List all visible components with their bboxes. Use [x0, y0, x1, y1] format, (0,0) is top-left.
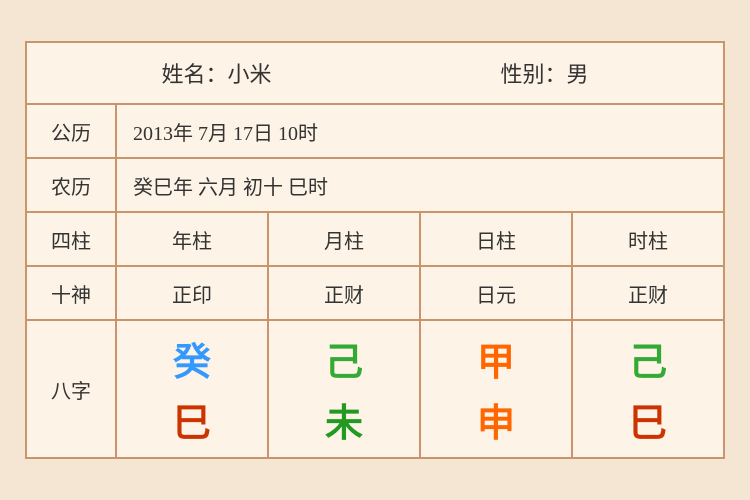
pillar-day: 日柱	[421, 213, 573, 265]
pillar-hour: 时柱	[573, 213, 723, 265]
bazhi-col-1: 己 未	[269, 321, 421, 457]
lunar-label: 农历	[27, 159, 117, 211]
pillar-month: 月柱	[269, 213, 421, 265]
bazhi-top-1: 己	[325, 331, 363, 386]
bazhi-label: 八字	[27, 321, 117, 457]
bazhi-top-0: 癸	[173, 331, 211, 386]
shishen-hour: 正财	[573, 267, 723, 319]
pillars-cells: 年柱 月柱 日柱 时柱	[117, 213, 723, 265]
solar-row: 公历 2013年 7月 17日 10时	[27, 105, 723, 159]
bazhi-top-2: 甲	[477, 331, 515, 386]
pillars-label: 四柱	[27, 213, 117, 265]
solar-content: 2013年 7月 17日 10时	[117, 105, 723, 157]
bazhi-top-3: 己	[629, 331, 667, 386]
pillars-row: 四柱 年柱 月柱 日柱 时柱	[27, 213, 723, 267]
shishen-day: 日元	[421, 267, 573, 319]
bazhi-row: 八字 癸 巳 己 未 甲 申 己 巳	[27, 321, 723, 457]
bazhi-bottom-0: 巳	[173, 392, 211, 447]
lunar-row: 农历 癸巳年 六月 初十 巳时	[27, 159, 723, 213]
bazhi-bottom-2: 申	[477, 392, 515, 447]
lunar-content: 癸巳年 六月 初十 巳时	[117, 159, 723, 211]
gender-label: 性别：男	[500, 57, 588, 89]
bazhi-col-2: 甲 申	[421, 321, 573, 457]
pillar-year: 年柱	[117, 213, 269, 265]
shishen-cells: 正印 正财 日元 正财	[117, 267, 723, 319]
name-label: 姓名：小米	[161, 57, 271, 89]
shishen-label: 十神	[27, 267, 117, 319]
shishen-year: 正印	[117, 267, 269, 319]
bazhi-col-0: 癸 巳	[117, 321, 269, 457]
header-row: 姓名：小米 性别：男	[27, 43, 723, 105]
bazhi-bottom-1: 未	[325, 392, 363, 447]
bazhi-col-3: 己 巳	[573, 321, 723, 457]
bazhi-bottom-3: 巳	[629, 392, 667, 447]
main-container: 姓名：小米 性别：男 公历 2013年 7月 17日 10时 农历 癸巳年 六月…	[25, 41, 725, 459]
shishen-month: 正财	[269, 267, 421, 319]
solar-label: 公历	[27, 105, 117, 157]
bazhi-cells: 癸 巳 己 未 甲 申 己 巳	[117, 321, 723, 457]
shishen-row: 十神 正印 正财 日元 正财	[27, 267, 723, 321]
